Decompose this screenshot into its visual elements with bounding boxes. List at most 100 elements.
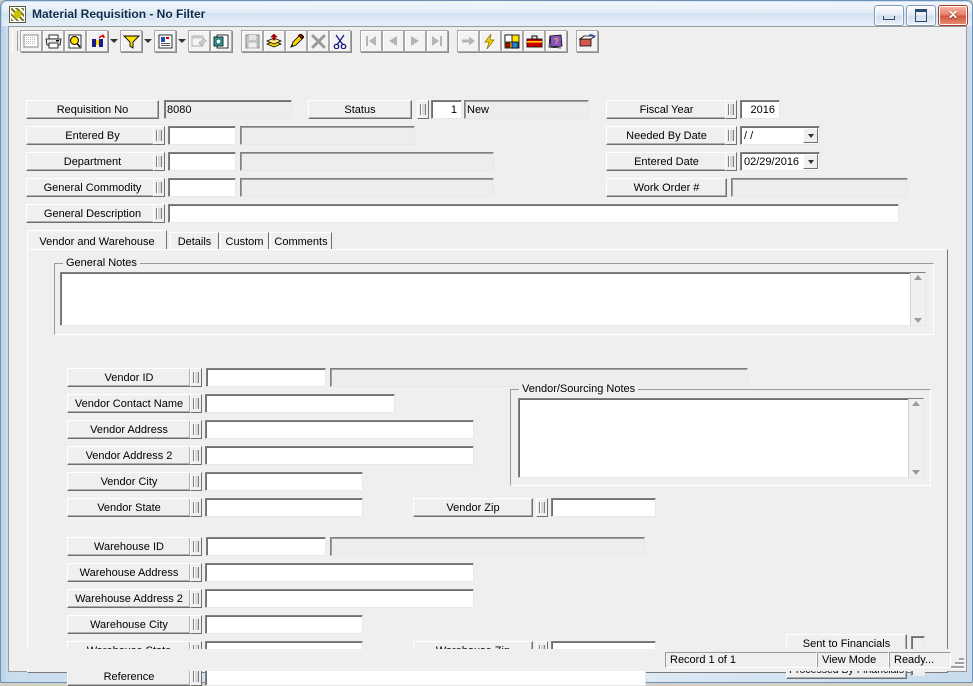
attachments-button[interactable] xyxy=(501,30,523,52)
resize-grip[interactable] xyxy=(950,655,964,669)
maximize-button[interactable] xyxy=(906,5,936,26)
vendor-sourcing-notes-textarea[interactable] xyxy=(518,398,924,478)
scroll-up-icon[interactable] xyxy=(914,275,922,280)
needed-by-date-label[interactable]: Needed By Date xyxy=(606,126,727,145)
warehouse-address-label[interactable]: Warehouse Address xyxy=(67,563,191,582)
scroll-up-icon[interactable] xyxy=(912,401,920,406)
vendor-contact-name-spin[interactable] xyxy=(190,394,202,413)
report-dropdown[interactable] xyxy=(176,30,188,52)
department-field[interactable] xyxy=(168,152,236,171)
add-record-button[interactable] xyxy=(263,30,285,52)
vendor-address-2-field[interactable] xyxy=(205,446,474,465)
minimize-button[interactable] xyxy=(874,5,904,26)
tab-comments[interactable]: Comments xyxy=(270,232,332,250)
entered-by-field[interactable] xyxy=(168,126,236,145)
requisition-no-field[interactable]: 8080 xyxy=(164,100,292,119)
vendor-address-2-spin[interactable] xyxy=(190,446,202,465)
work-order-field[interactable] xyxy=(731,178,908,197)
work-order-label[interactable]: Work Order # xyxy=(606,178,727,197)
fiscal-year-spin[interactable] xyxy=(725,100,737,119)
entered-date-combo[interactable]: 02/29/2016 xyxy=(740,152,820,171)
needed-by-date-dropdown[interactable] xyxy=(803,128,818,143)
tab-custom[interactable]: Custom xyxy=(220,232,269,250)
help-button[interactable]: ? xyxy=(545,30,567,52)
report-button[interactable] xyxy=(154,30,176,52)
warehouse-address-2-label[interactable]: Warehouse Address 2 xyxy=(67,589,191,608)
tab-details[interactable]: Details xyxy=(170,232,219,250)
close-button[interactable]: ✕ xyxy=(938,5,968,26)
needed-by-date-combo[interactable]: / / xyxy=(740,126,820,145)
vendor-zip-label[interactable]: Vendor Zip xyxy=(413,498,533,517)
warehouse-address-2-spin[interactable] xyxy=(190,589,202,608)
warehouse-city-spin[interactable] xyxy=(190,615,202,634)
exit-button[interactable] xyxy=(576,30,598,52)
entered-date-label[interactable]: Entered Date xyxy=(606,152,727,171)
warehouse-id-field[interactable] xyxy=(206,537,326,556)
print-button[interactable] xyxy=(42,30,64,52)
fiscal-year-label[interactable]: Fiscal Year xyxy=(606,100,727,119)
vendor-contact-name-label[interactable]: Vendor Contact Name xyxy=(67,394,191,413)
vendor-id-field[interactable] xyxy=(206,368,326,387)
warehouse-address-field[interactable] xyxy=(205,563,474,582)
paint-palette-icon xyxy=(504,34,520,48)
general-notes-scrollbar[interactable] xyxy=(910,273,925,325)
print-preview-button[interactable] xyxy=(64,30,86,52)
department-spin[interactable] xyxy=(153,152,165,171)
general-commodity-label[interactable]: General Commodity xyxy=(26,178,159,197)
vendor-state-spin[interactable] xyxy=(190,498,202,517)
vendor-zip-spin[interactable] xyxy=(536,498,548,517)
chevron-down-icon xyxy=(144,39,152,43)
vendor-state-field[interactable] xyxy=(205,498,363,517)
status-label[interactable]: Status xyxy=(308,100,412,119)
vendor-city-label[interactable]: Vendor City xyxy=(67,472,191,491)
vendor-id-label[interactable]: Vendor ID xyxy=(67,368,191,387)
find-dropdown[interactable] xyxy=(108,30,120,52)
vendor-address-label[interactable]: Vendor Address xyxy=(67,420,191,439)
requisition-no-label[interactable]: Requisition No xyxy=(26,100,159,119)
vendor-address-field[interactable] xyxy=(205,420,474,439)
edit-record-button[interactable] xyxy=(285,30,307,52)
general-commodity-spin[interactable] xyxy=(153,178,165,197)
entered-by-label[interactable]: Entered By xyxy=(26,126,159,145)
entered-date-dropdown[interactable] xyxy=(803,154,818,169)
vendor-contact-name-field[interactable] xyxy=(205,394,395,413)
warehouse-city-field[interactable] xyxy=(205,615,363,634)
grid-view-button[interactable] xyxy=(20,30,42,52)
quick-action-button[interactable] xyxy=(479,30,501,52)
toolbar-grip[interactable] xyxy=(12,31,18,51)
general-description-field[interactable] xyxy=(168,204,899,223)
department-label[interactable]: Department xyxy=(26,152,159,171)
warehouse-address-2-field[interactable] xyxy=(205,589,474,608)
scroll-down-icon[interactable] xyxy=(912,470,920,475)
status-spin[interactable] xyxy=(417,100,429,119)
warehouse-city-label[interactable]: Warehouse City xyxy=(67,615,191,634)
vendor-state-label[interactable]: Vendor State xyxy=(67,498,191,517)
vendor-address-2-label[interactable]: Vendor Address 2 xyxy=(67,446,191,465)
toolbox-button[interactable] xyxy=(523,30,545,52)
vendor-address-spin[interactable] xyxy=(190,420,202,439)
filter-button[interactable] xyxy=(120,30,142,52)
vendor-city-field[interactable] xyxy=(205,472,363,491)
warehouse-id-label[interactable]: Warehouse ID xyxy=(67,537,191,556)
status-code-field[interactable]: 1 xyxy=(431,100,462,119)
warehouse-id-spin[interactable] xyxy=(190,537,202,556)
find-button[interactable] xyxy=(86,30,108,52)
general-description-spin[interactable] xyxy=(153,204,165,223)
general-commodity-field[interactable] xyxy=(168,178,236,197)
warehouse-address-spin[interactable] xyxy=(190,563,202,582)
vendor-sourcing-notes-scrollbar[interactable] xyxy=(908,399,923,477)
scroll-down-icon[interactable] xyxy=(914,318,922,323)
title-bar[interactable]: Material Requisition - No Filter ✕ xyxy=(2,2,972,26)
cut-button[interactable] xyxy=(329,30,351,52)
general-notes-textarea[interactable] xyxy=(60,272,926,326)
vendor-city-spin[interactable] xyxy=(190,472,202,491)
export-button[interactable] xyxy=(210,30,232,52)
entered-by-spin[interactable] xyxy=(153,126,165,145)
needed-by-date-spin[interactable] xyxy=(725,126,737,145)
vendor-zip-field[interactable] xyxy=(551,498,656,517)
sent-to-financials-checkbox[interactable] xyxy=(911,636,925,650)
entered-date-spin[interactable] xyxy=(725,152,737,171)
filter-dropdown[interactable] xyxy=(142,30,154,52)
general-description-label[interactable]: General Description xyxy=(26,204,159,223)
fiscal-year-field[interactable]: 2016 xyxy=(740,100,780,119)
